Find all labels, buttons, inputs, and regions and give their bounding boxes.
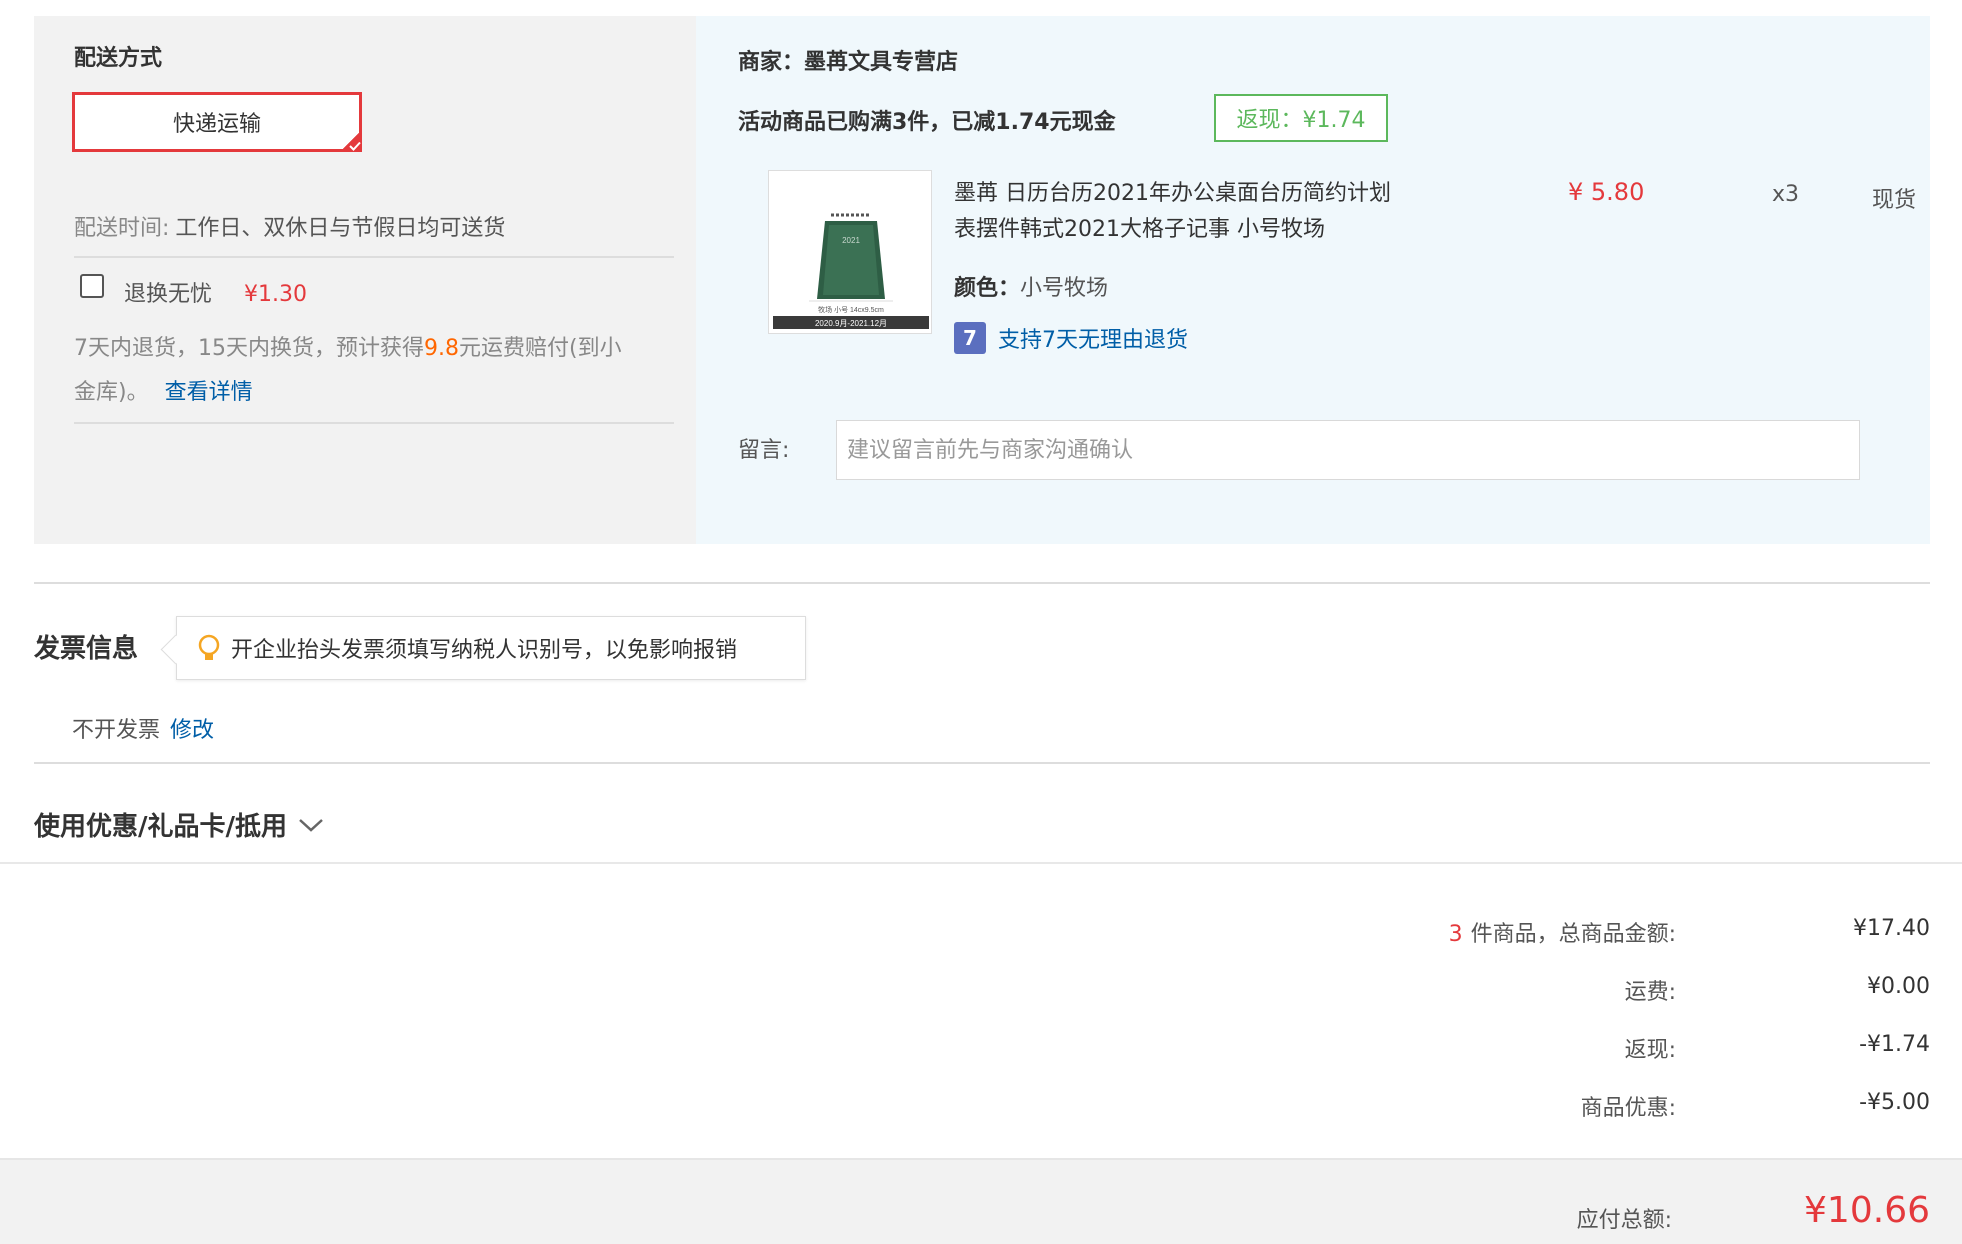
product-color-value: 小号牧场 (1020, 276, 1109, 301)
shipping-section-title: 配送方式 (74, 46, 163, 71)
merchant-panel: 商家：墨苒文具专营店 活动商品已购满3件，已减1.74元现金 返现：¥1.74 … (696, 16, 1930, 544)
return-policy-text: 支持7天无理由退货 (998, 328, 1188, 353)
delivery-time-label: 配送时间: (74, 216, 170, 241)
coupon-toggle[interactable]: 使用优惠/礼品卡/抵用 (34, 806, 325, 843)
merchant-name: 商家：墨苒文具专营店 (738, 50, 959, 75)
item-total-value: ¥17.40 (1853, 916, 1930, 941)
delivery-time-row: 配送时间: 工作日、双休日与节假日均可送货 (74, 210, 505, 242)
coupon-title: 使用优惠/礼品卡/抵用 (34, 812, 287, 842)
product-title[interactable]: 墨苒 日历台历2021年办公桌面台历简约计划 表摆件韩式2021大格子记事 小号… (954, 176, 1391, 248)
invoice-tip-text: 开企业抬头发票须填写纳税人识别号，以免影响报销 (231, 638, 738, 663)
return-desc-text: 7天内退货，15天内换货，预计获得 (74, 336, 424, 361)
message-input[interactable] (836, 420, 1860, 480)
invoice-status: 不开发票 (72, 718, 161, 743)
total-bar: 应付总额: ¥10.66 (0, 1158, 1962, 1244)
seven-day-return-icon: 7 (954, 322, 986, 354)
invoice-status-row: 不开发票 修改 (72, 712, 214, 744)
return-desc-text-2: 元运费赔付(到小 (459, 336, 622, 361)
item-total-label: 件商品，总商品金额: (1470, 922, 1676, 947)
return-service-description-line2: 金库)。 查看详情 (74, 374, 253, 406)
shipping-panel: 配送方式 快递运输 配送时间: 工作日、双休日与节假日均可送货 退换无忧 ¥1.30… (34, 16, 696, 544)
message-label: 留言: (738, 438, 790, 463)
shipping-fee-label: 运费: (1624, 980, 1676, 1005)
return-policy-row: 7 支持7天无理由退货 (954, 322, 1188, 354)
cashback-badge: 返现：¥1.74 (1214, 94, 1388, 142)
total-label: 应付总额: (1576, 1208, 1672, 1233)
discount-label: 商品优惠: (1580, 1096, 1676, 1121)
item-count: 3 (1448, 922, 1463, 947)
product-title-line1: 墨苒 日历台历2021年办公桌面台历简约计划 (954, 181, 1391, 206)
discount-value: -¥5.00 (1859, 1090, 1930, 1115)
order-section: 配送方式 快递运输 配送时间: 工作日、双休日与节假日均可送货 退换无忧 ¥1.30… (34, 16, 1930, 544)
return-desc-amount: 9.8 (424, 336, 459, 361)
selected-check-icon (340, 130, 362, 152)
return-service-description: 7天内退货，15天内换货，预计获得9.8元运费赔付(到小 (74, 330, 622, 362)
product-title-line2: 表摆件韩式2021大格子记事 小号牧场 (954, 217, 1325, 242)
divider (74, 422, 674, 424)
product-color-row: 颜色：小号牧场 (954, 270, 1108, 302)
seven-day-return-icon-text: 7 (963, 326, 977, 350)
total-value: ¥10.66 (1804, 1190, 1930, 1231)
product-color-label: 颜色： (954, 276, 1021, 301)
product-price: ¥ 5.80 (1568, 178, 1645, 206)
chevron-down-icon (299, 818, 323, 832)
cashback-value: -¥1.74 (1859, 1032, 1930, 1057)
shipping-fee-value: ¥0.00 (1867, 974, 1930, 999)
return-service-row: 退换无忧 ¥1.30 (124, 276, 307, 308)
promo-text: 活动商品已购满3件，已减1.74元现金 (738, 110, 1116, 135)
calendar-year: 2021 (842, 236, 860, 245)
view-details-link[interactable]: 查看详情 (165, 380, 253, 405)
product-image[interactable]: 2021 牧场 小号 14cx9.5cm 2020.9月-2021.12月 (768, 170, 932, 334)
product-quantity: x3 (1772, 182, 1800, 207)
divider (34, 582, 1930, 584)
divider (0, 862, 1962, 864)
summary-item-total-label-row: 3 件商品，总商品金额: (1300, 916, 1676, 948)
stock-status: 现货 (1872, 188, 1917, 213)
delivery-time-value: 工作日、双休日与节假日均可送货 (175, 216, 506, 241)
lightbulb-icon (198, 634, 220, 660)
return-service-label: 退换无忧 (124, 282, 213, 307)
invoice-tip: 开企业抬头发票须填写纳税人识别号，以免影响报销 (176, 616, 806, 680)
return-service-price: ¥1.30 (244, 282, 307, 307)
shipping-option-express[interactable]: 快递运输 (72, 92, 362, 152)
edit-invoice-link[interactable]: 修改 (170, 718, 214, 743)
image-caption-2: 2020.9月-2021.12月 (815, 319, 887, 328)
calendar-product-icon: 2021 牧场 小号 14cx9.5cm 2020.9月-2021.12月 (769, 171, 931, 333)
divider (74, 256, 674, 258)
divider (34, 762, 1930, 764)
return-service-checkbox[interactable] (80, 274, 104, 298)
shipping-option-label: 快递运输 (172, 112, 261, 137)
cashback-label: 返现: (1624, 1038, 1676, 1063)
return-desc-text-3: 金库)。 (74, 380, 149, 405)
image-caption-1: 牧场 小号 14cx9.5cm (818, 305, 884, 314)
invoice-title: 发票信息 (34, 634, 139, 664)
